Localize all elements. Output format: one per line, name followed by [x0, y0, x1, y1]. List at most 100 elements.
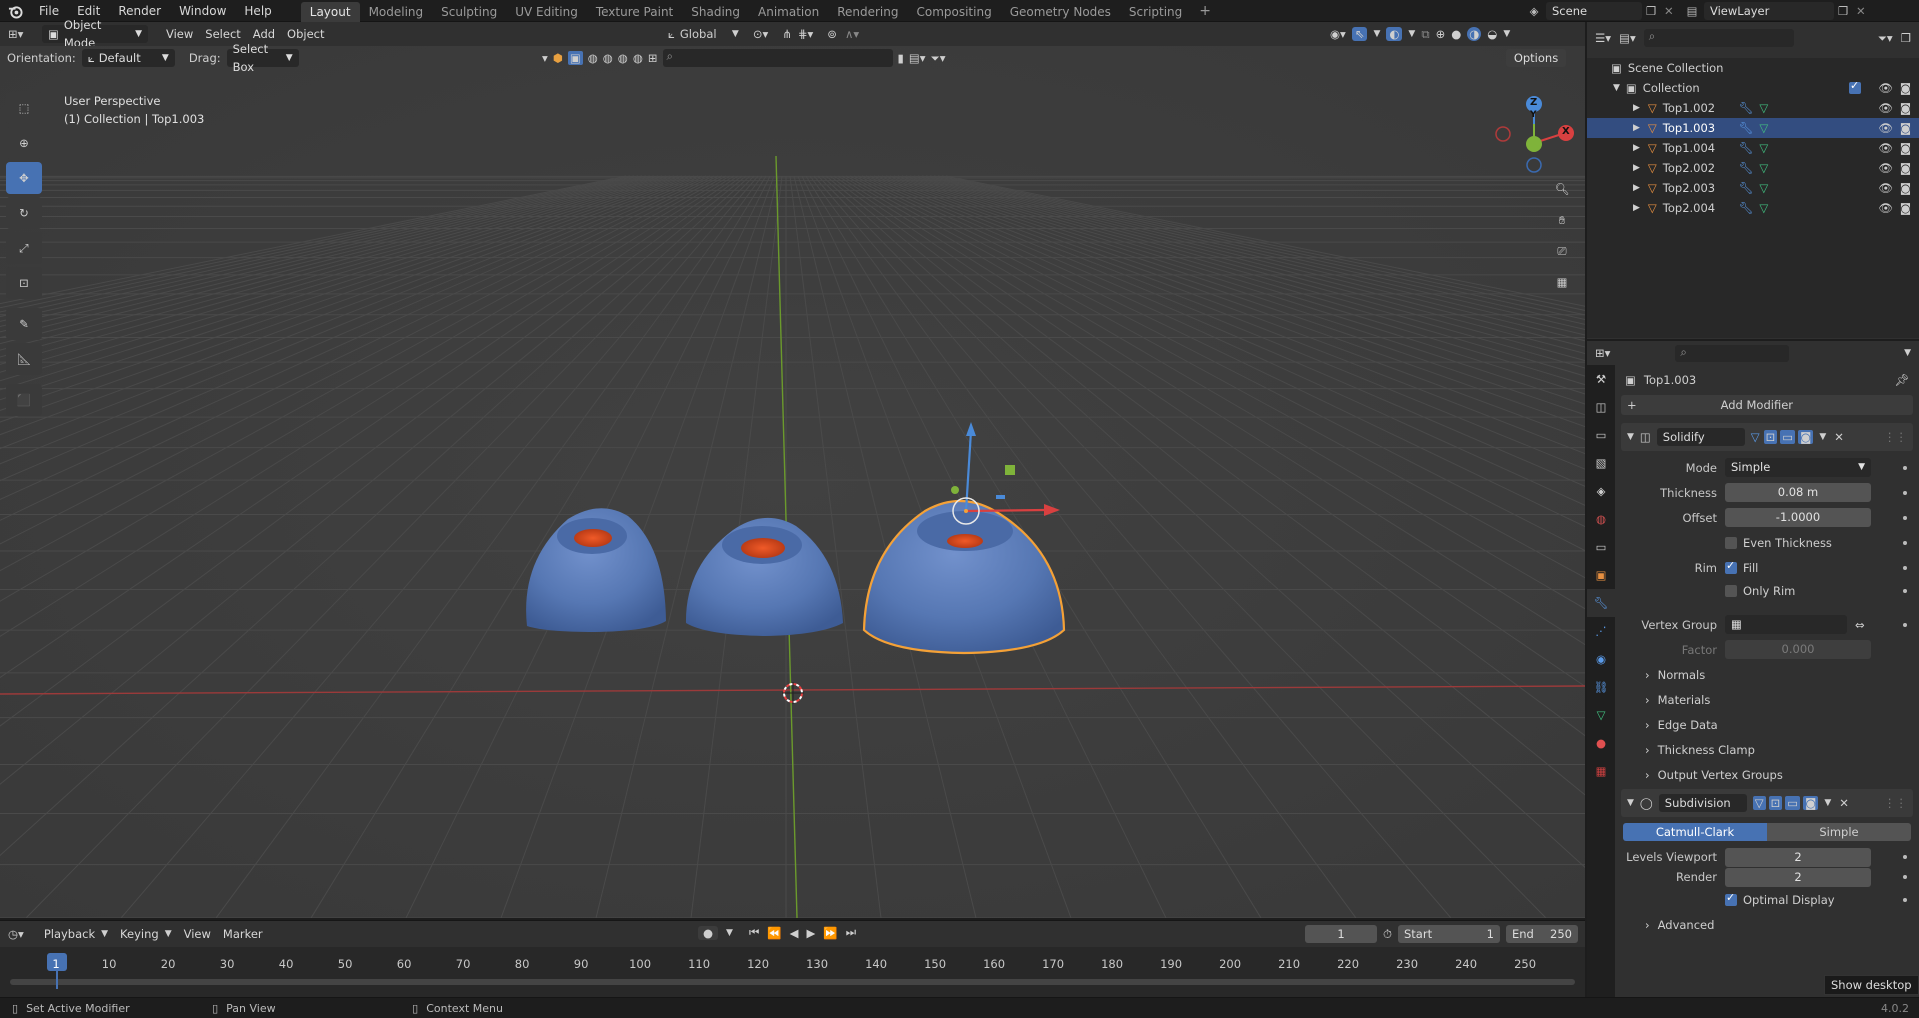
camera-icon[interactable]: ◙ — [1900, 141, 1911, 155]
outliner-object-row[interactable]: ▶ ▽ Top1.003 🔧︎ ▽ 👁︎ ◙ — [1587, 118, 1919, 138]
factor-field[interactable]: 0.000 — [1725, 640, 1871, 659]
mesh-data-icon[interactable]: ▽ — [1759, 161, 1768, 175]
menu-marker[interactable]: Marker — [217, 925, 269, 943]
timeline-scrollbar[interactable] — [10, 979, 1575, 985]
options-button[interactable]: Options — [1506, 49, 1566, 67]
filter-icon[interactable]: ⏷▾ — [931, 51, 946, 66]
eye-icon[interactable]: 👁︎ — [1878, 181, 1893, 195]
editor-type-icon[interactable]: ⊞▾ — [8, 27, 42, 41]
display-mode-icon[interactable]: ▤▾ — [1619, 31, 1636, 45]
shading-sphere-icon-3[interactable]: ◍ — [618, 51, 628, 65]
levels-viewport-field[interactable]: 2 — [1725, 847, 1871, 867]
mode-dropdown[interactable]: Simple ▼ — [1725, 458, 1871, 477]
transform-tool[interactable]: ⊡ — [6, 267, 42, 299]
outliner-object-row[interactable]: ▶ ▽ Top2.004 🔧︎ ▽ 👁︎ ◙ — [1587, 198, 1919, 218]
tab-animation[interactable]: Animation — [749, 2, 828, 22]
camera-icon[interactable]: ◙ — [1900, 101, 1911, 115]
tab-compositing[interactable]: Compositing — [907, 2, 1000, 22]
move-tool[interactable]: ✥ — [6, 162, 42, 194]
solidify-modifier-header[interactable]: ▼ ◫ Solidify ▽ ⊡ ▭ ◙ ▼ ✕ ⋮⋮ — [1621, 423, 1913, 451]
shading-sphere-icon-4[interactable]: ◍ — [633, 51, 643, 65]
modifier-wrench-icon[interactable]: 🔧︎ — [1739, 141, 1754, 155]
annotate-tool[interactable]: ✎ — [6, 308, 42, 340]
new-collection-icon[interactable]: ❐ — [1901, 31, 1911, 45]
mesh-data-icon[interactable]: ▽ — [1759, 141, 1768, 155]
visibility-icon[interactable]: ◉▾ — [1330, 27, 1346, 41]
scene-icon[interactable]: ◈ — [1522, 4, 1546, 18]
collapse-icon[interactable]: ▼ — [1627, 798, 1634, 808]
menu-playback[interactable]: Playback — [38, 925, 101, 943]
menu-help[interactable]: Help — [235, 0, 280, 22]
jump-start-icon[interactable]: ⏮ — [749, 925, 759, 940]
catmull-clark-button[interactable]: Catmull-Clark — [1623, 823, 1767, 841]
properties-options-icon[interactable]: ▼ — [1904, 348, 1911, 358]
grid-view-icon[interactable]: ▦ — [1549, 269, 1575, 295]
jump-end-icon[interactable]: ⏭ — [846, 925, 856, 940]
advanced-subpanel[interactable]: › Advanced — [1615, 912, 1919, 937]
record-icon[interactable]: ● — [698, 925, 719, 940]
expand-right-icon[interactable]: ▶ — [1633, 183, 1640, 193]
subpanel-materials[interactable]: › Materials — [1615, 687, 1919, 712]
tab-layout[interactable]: Layout — [300, 1, 360, 22]
camera-icon[interactable]: ◙ — [1900, 201, 1911, 215]
tab-scripting[interactable]: Scripting — [1120, 2, 1191, 22]
drag-handle-icon[interactable]: ⋮⋮ — [1884, 430, 1907, 444]
properties-editor-icon[interactable]: ⊞▾ — [1595, 346, 1610, 360]
camera-view-icon[interactable]: ⎚ — [1549, 238, 1575, 264]
menu-object[interactable]: Object — [281, 25, 330, 43]
outliner-scene-collection[interactable]: ▣ Scene Collection — [1587, 58, 1919, 78]
scene-tab-icon[interactable]: ◈ — [1587, 477, 1615, 505]
start-frame-field[interactable]: Start 1 — [1397, 925, 1500, 943]
viewlayer-icon[interactable]: ▤ — [1680, 4, 1704, 18]
camera-icon[interactable]: ◙ — [1900, 81, 1911, 95]
scene-new-icon[interactable]: ❐ — [1646, 4, 1664, 18]
close-icon[interactable]: ✕ — [1839, 796, 1849, 810]
menu-keying[interactable]: Keying — [114, 925, 165, 943]
data-tab-icon[interactable]: ▽ — [1587, 701, 1615, 729]
select-mode-icon[interactable]: ▣ — [567, 51, 583, 65]
offset-field[interactable]: -1.0000 — [1725, 508, 1871, 527]
pin-icon[interactable]: 📌︎ — [1894, 373, 1909, 387]
snap-settings-icon[interactable]: ⋕▾ — [798, 27, 813, 41]
eye-icon[interactable]: 👁︎ — [1878, 101, 1893, 115]
modifier-menu-icon[interactable]: ▼ — [1824, 798, 1831, 808]
solid-shading-icon[interactable]: ● — [1451, 27, 1461, 41]
3d-viewport[interactable]: User Perspective (1) Collection | Top1.0… — [0, 46, 1585, 918]
cage-toggle-icon[interactable]: ⊡ — [1763, 430, 1778, 444]
shading-options-icon[interactable]: ▼ — [1503, 29, 1510, 39]
texture-tab-icon[interactable]: ▦ — [1587, 757, 1615, 785]
subpanel-normals[interactable]: › Normals — [1615, 662, 1919, 687]
tab-modeling[interactable]: Modeling — [360, 2, 433, 22]
eye-icon[interactable]: 👁︎ — [1878, 141, 1893, 155]
render-toggle-icon[interactable]: ◙ — [1798, 430, 1814, 444]
optimal-display-checkbox[interactable] — [1725, 891, 1737, 906]
render-tab-icon[interactable]: ◫ — [1587, 393, 1615, 421]
object-mode-dropdown[interactable]: ▣ Object Mode ▼ — [42, 18, 148, 50]
expand-right-icon[interactable]: ▶ — [1633, 103, 1640, 113]
viewlayer-close-icon[interactable]: ✕ — [1856, 4, 1870, 18]
physics-tab-icon[interactable]: ◉ — [1587, 645, 1615, 673]
modifier-wrench-icon[interactable]: 🔧︎ — [1739, 161, 1754, 175]
modifier-tab-icon[interactable]: 🔧︎ — [1587, 589, 1615, 617]
shading-sphere-icon-5[interactable]: ⊞ — [648, 51, 658, 65]
cursor-tool[interactable]: ⊕ — [6, 127, 42, 159]
render-toggle-icon[interactable]: ◙ — [1803, 796, 1819, 810]
modifier-wrench-icon[interactable]: 🔧︎ — [1739, 201, 1754, 215]
measure-tool[interactable]: 📐︎ — [6, 343, 42, 375]
tab-geometry-nodes[interactable]: Geometry Nodes — [1001, 2, 1120, 22]
output-tab-icon[interactable]: ▭ — [1587, 421, 1615, 449]
outliner-object-row[interactable]: ▶ ▽ Top1.004 🔧︎ ▽ 👁︎ ◙ — [1587, 138, 1919, 158]
modifier-wrench-icon[interactable]: 🔧︎ — [1739, 121, 1754, 135]
zoom-icon[interactable]: 🔍︎ — [1549, 176, 1575, 202]
viewport-search-input[interactable]: ⌕ — [662, 49, 893, 67]
object-tab-icon[interactable]: ▣ — [1587, 561, 1615, 589]
mesh-data-icon[interactable]: ▽ — [1759, 181, 1768, 195]
select-box-tool[interactable]: ⬚ — [6, 92, 42, 124]
mesh-data-icon[interactable]: ▽ — [1759, 121, 1768, 135]
current-frame-field[interactable]: 1 — [1305, 925, 1377, 943]
render-levels-field[interactable]: 2 — [1725, 867, 1871, 887]
modifier-wrench-icon[interactable]: 🔧︎ — [1739, 181, 1754, 195]
subpanel-output-vertex-groups[interactable]: › Output Vertex Groups — [1615, 762, 1919, 787]
add-workspace-icon[interactable]: + — [1191, 3, 1219, 19]
overlay-toggle-icon[interactable]: ◐ — [1386, 27, 1403, 41]
